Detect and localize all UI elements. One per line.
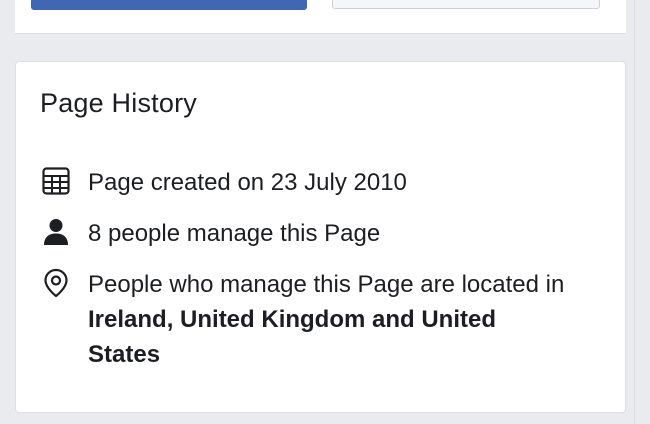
person-icon bbox=[40, 216, 72, 248]
secondary-action-button[interactable] bbox=[332, 0, 600, 9]
history-item-text: 8 people manage this Page bbox=[88, 220, 381, 247]
history-item-created: Page created on 23 July 2010 bbox=[40, 165, 568, 200]
primary-action-button[interactable] bbox=[31, 0, 307, 10]
page-history-title: Page History bbox=[40, 88, 197, 118]
right-column-edge bbox=[634, 0, 650, 424]
calendar-icon bbox=[40, 165, 72, 197]
location-text-prefix: People who manage this Page are located … bbox=[88, 271, 565, 298]
page-history-card: Page History Page created on 23 July 201… bbox=[15, 61, 626, 413]
location-countries: Ireland, United Kingdom and United State… bbox=[88, 306, 496, 368]
history-item-managers: 8 people manage this Page bbox=[40, 216, 568, 251]
history-item-text: People who manage this Page are located … bbox=[88, 267, 568, 372]
history-item-text: Page created on 23 July 2010 bbox=[88, 169, 407, 196]
top-actions-card bbox=[15, 0, 626, 34]
page-root: Page History Page created on 23 July 201… bbox=[0, 0, 650, 424]
location-pin-icon bbox=[40, 267, 72, 299]
history-item-locations: People who manage this Page are located … bbox=[40, 267, 568, 372]
